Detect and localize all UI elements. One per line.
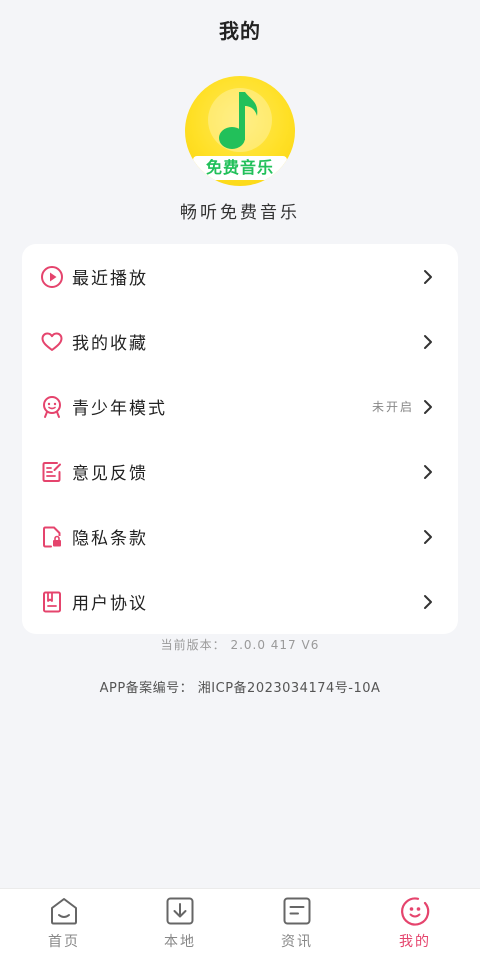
feedback-edit-icon [42, 461, 61, 482]
icp-record: APP备案编号： 湘ICP备2023034174号-10A [99, 681, 381, 696]
menu-item-privacy[interactable]: 隐私条款 [22, 504, 458, 569]
agreement-book-icon [43, 591, 61, 612]
youth-face-icon [43, 395, 61, 418]
smile-face-icon [401, 897, 430, 926]
tab-label: 资讯 [281, 934, 313, 950]
page-title: 我的 [219, 18, 261, 43]
menu-label: 最近播放 [72, 269, 148, 289]
tab-label: 首页 [48, 934, 80, 950]
menu-label: 我的收藏 [72, 334, 148, 354]
menu-item-feedback[interactable]: 意见反馈 [22, 439, 458, 504]
menu-item-youth-mode[interactable]: 青少年模式 未开启 [22, 374, 458, 439]
menu-label: 青少年模式 [72, 399, 167, 419]
header: 我的 [0, 0, 480, 56]
download-icon [166, 897, 194, 925]
tab-local[interactable]: 本地 [120, 889, 240, 955]
app-logo: 免费音乐 [185, 76, 295, 186]
chevron-right-icon [424, 269, 432, 284]
tab-home[interactable]: 首页 [4, 889, 124, 955]
chevron-right-icon [424, 464, 432, 479]
chevron-right-icon [424, 529, 432, 544]
bottom-nav: 首页 本地 资讯 我的 [0, 888, 480, 955]
menu-card: 最近播放 我的收藏 青少年模式 未开启 意见反馈 隐私条款 用户协议 [22, 244, 458, 634]
app-version: 当前版本： 2.0.0 417 V6 [160, 638, 320, 652]
tab-mine[interactable]: 我的 [355, 889, 475, 955]
tab-label: 本地 [164, 934, 196, 950]
play-circle-icon [41, 265, 63, 288]
menu-label: 意见反馈 [72, 464, 148, 484]
menu-item-favorites[interactable]: 我的收藏 [22, 309, 458, 374]
music-note-icon [219, 92, 258, 149]
menu-label: 用户协议 [72, 594, 148, 614]
heart-icon [41, 332, 63, 351]
tab-label: 我的 [399, 934, 431, 950]
news-icon [283, 897, 311, 925]
menu-label: 隐私条款 [72, 529, 148, 549]
menu-item-user-agreement[interactable]: 用户协议 [22, 569, 458, 634]
chevron-right-icon [424, 399, 432, 414]
logo-text: 免费音乐 [193, 156, 287, 180]
privacy-document-icon [43, 526, 61, 547]
app-name: 畅听免费音乐 [180, 203, 300, 223]
menu-item-recent-play[interactable]: 最近播放 [22, 244, 458, 309]
tab-news[interactable]: 资讯 [237, 889, 357, 955]
chevron-right-icon [424, 334, 432, 349]
home-icon [51, 898, 77, 925]
chevron-right-icon [424, 594, 432, 609]
youth-mode-status: 未开启 [371, 400, 414, 414]
